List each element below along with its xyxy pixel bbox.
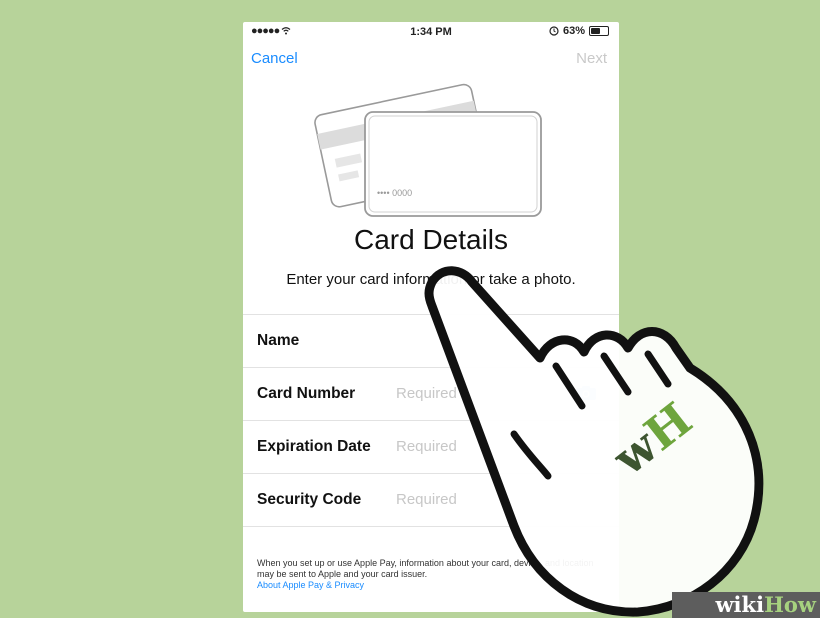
watermark-how: How (764, 592, 816, 617)
hand-outline (424, 266, 764, 617)
wikihow-watermark: wikiHow (672, 592, 820, 618)
watermark-wiki: wiki (715, 592, 765, 617)
hand-pointer-icon: wH (424, 266, 764, 617)
illustration-frame: ●●●●● 1:34 PM 63% Cancel Next •••• 0000 … (0, 0, 820, 618)
